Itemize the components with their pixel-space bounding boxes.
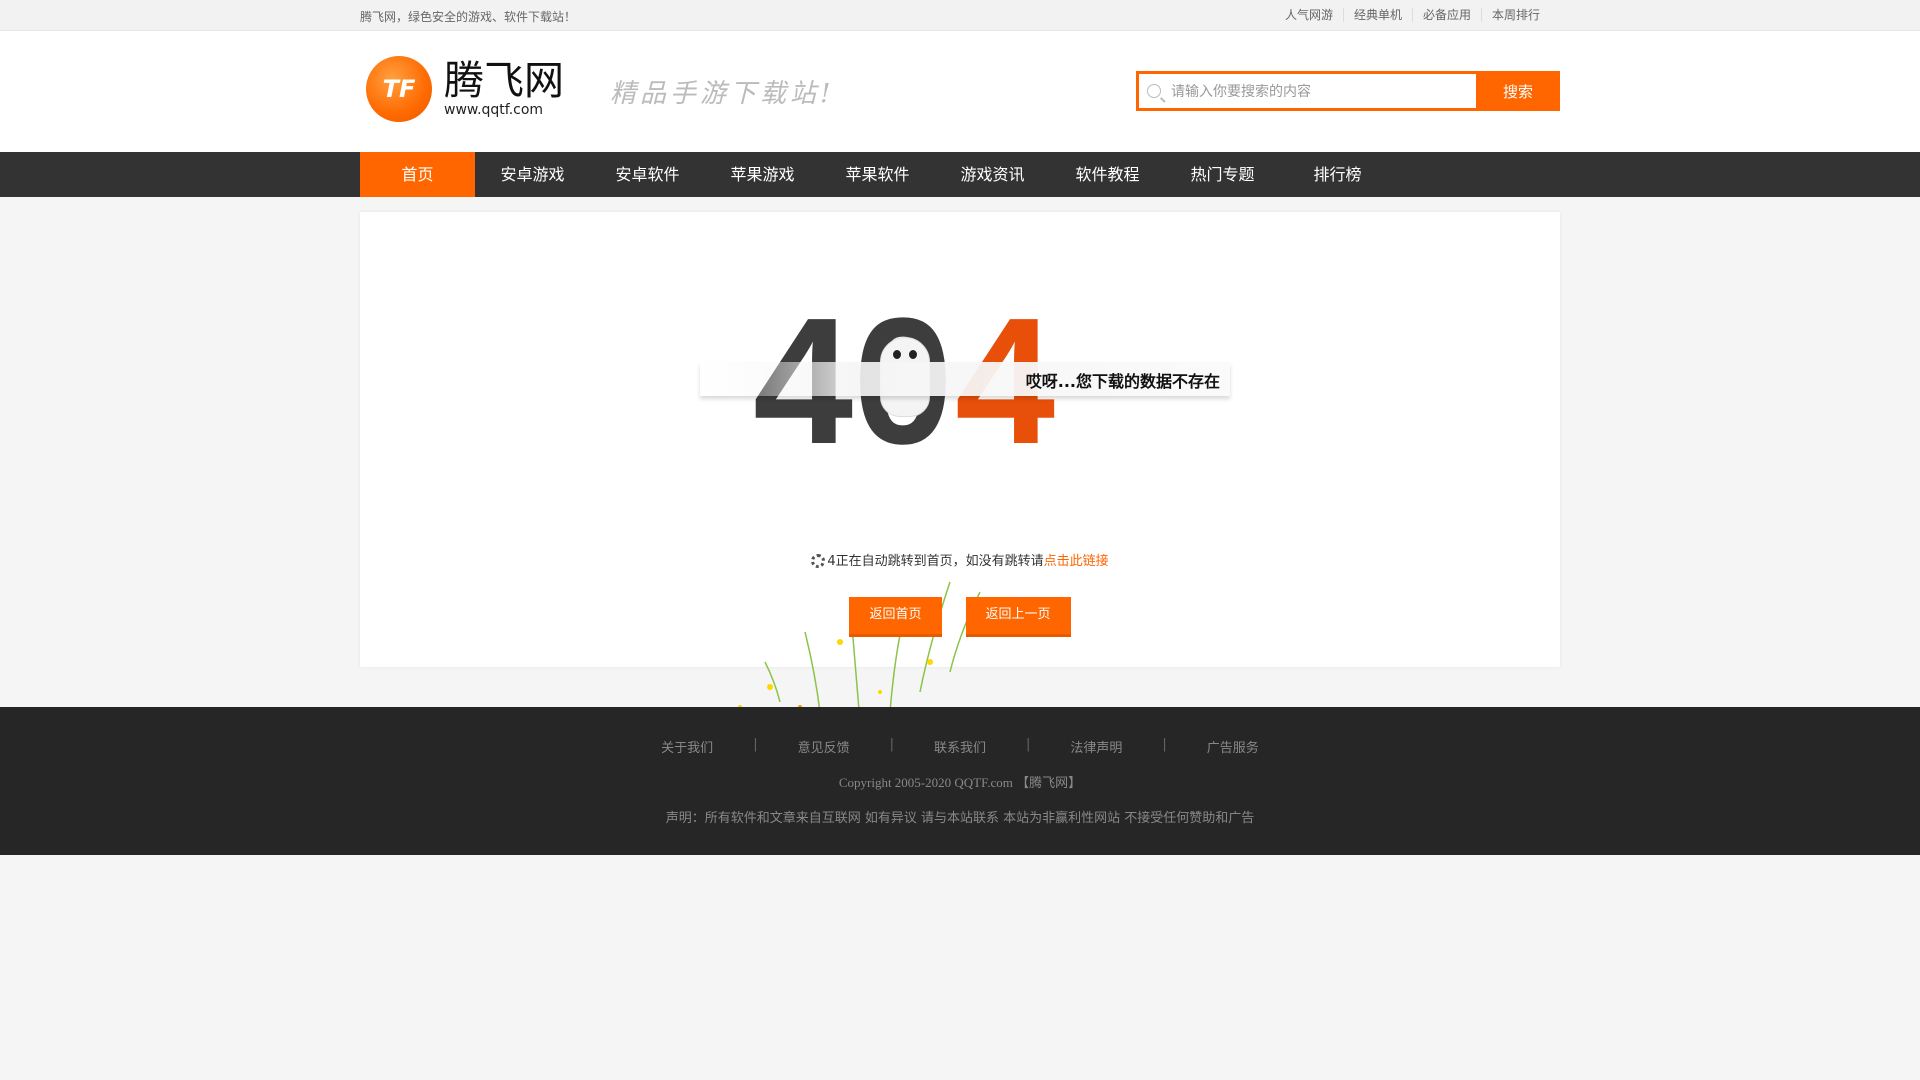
redirect-notice: 4正在自动跳转到首页，如没有跳转请点击此链接: [360, 550, 1560, 569]
countdown: 4: [827, 554, 836, 569]
error-card: 4 0 4 哎呀...您下载的数据不存在 4正在自动跳转到首页，如没有跳转请点击…: [360, 212, 1560, 722]
top-bar: 腾飞网，绿色安全的游戏、软件下载站！ 人气网游 经典单机 必备应用 本周排行: [0, 0, 1920, 31]
logo-url: www.qqtf.com: [444, 102, 544, 118]
error-message: 哎呀...您下载的数据不存在: [1025, 372, 1220, 391]
top-link-popular-online[interactable]: 人气网游: [1275, 8, 1343, 22]
tagline: 精品手游下载站!: [610, 79, 835, 109]
separator: |: [1026, 737, 1031, 752]
nav-ios-software[interactable]: 苹果软件: [820, 152, 935, 197]
logo-name: 腾飞网: [444, 58, 564, 104]
search-button[interactable]: 搜索: [1476, 71, 1560, 111]
main-nav: 首页 安卓游戏 安卓软件 苹果游戏 苹果软件 游戏资讯 软件教程 热门专题 排行…: [0, 152, 1920, 197]
search-input[interactable]: 请输入你要搜索的内容: [1136, 71, 1476, 111]
nav-android-games[interactable]: 安卓游戏: [475, 152, 590, 197]
loading-spinner-icon: [811, 554, 826, 568]
footer-links: 关于我们 | 意见反馈 | 联系我们 | 法律声明 | 广告服务: [0, 707, 1920, 756]
separator: |: [889, 737, 894, 752]
site-slogan: 腾飞网，绿色安全的游戏、软件下载站！: [360, 10, 577, 24]
back-previous-button[interactable]: 返回上一页: [965, 597, 1071, 637]
footer-link-feedback[interactable]: 意见反馈: [778, 737, 870, 756]
redirect-text: 正在自动跳转到首页，如没有跳转请: [835, 554, 1044, 569]
top-link-weekly-ranking[interactable]: 本周排行: [1480, 8, 1550, 22]
nav-tutorials[interactable]: 软件教程: [1050, 152, 1165, 197]
footer-link-about[interactable]: 关于我们: [641, 737, 733, 756]
copyright: Copyright 2005-2020 QQTF.com 【腾飞网】: [838, 775, 1082, 790]
nav-ios-games[interactable]: 苹果游戏: [705, 152, 820, 197]
top-link-classic-single[interactable]: 经典单机: [1342, 8, 1412, 22]
logo-mark: TF: [366, 56, 432, 122]
redirect-link[interactable]: 点击此链接: [1044, 554, 1109, 569]
footer: 关于我们 | 意见反馈 | 联系我们 | 法律声明 | 广告服务 Copyright 2…: [0, 707, 1920, 855]
footer-link-legal[interactable]: 法律声明: [1050, 737, 1142, 756]
site-logo[interactable]: TF 腾飞网 www.qqtf.com: [366, 56, 564, 122]
search-icon: [1147, 84, 1161, 98]
nav-android-software[interactable]: 安卓软件: [590, 152, 705, 197]
nav-ranking[interactable]: 排行榜: [1280, 152, 1395, 197]
search-form: 请输入你要搜索的内容 搜索: [1136, 71, 1560, 111]
nav-home[interactable]: 首页: [360, 152, 475, 197]
top-links: 人气网游 经典单机 必备应用 本周排行: [1275, 8, 1550, 22]
disclaimer: 声明：所有软件和文章来自互联网 如有异议 请与本站联系 本站为非赢利性网站 不接…: [665, 811, 1255, 826]
nav-topics[interactable]: 热门专题: [1165, 152, 1280, 197]
footer-link-ads[interactable]: 广告服务: [1187, 737, 1279, 756]
error-banner: 哎呀...您下载的数据不存在: [700, 362, 1230, 396]
top-link-essential-apps[interactable]: 必备应用: [1411, 8, 1481, 22]
nav-game-news[interactable]: 游戏资讯: [935, 152, 1050, 197]
header: TF 腾飞网 www.qqtf.com 精品手游下载站! 请输入你要搜索的内容 …: [0, 31, 1920, 152]
search-placeholder: 请输入你要搜索的内容: [1171, 84, 1311, 100]
separator: |: [1162, 737, 1167, 752]
footer-link-contact[interactable]: 联系我们: [914, 737, 1006, 756]
separator: |: [753, 737, 758, 752]
back-home-button[interactable]: 返回首页: [849, 597, 942, 637]
